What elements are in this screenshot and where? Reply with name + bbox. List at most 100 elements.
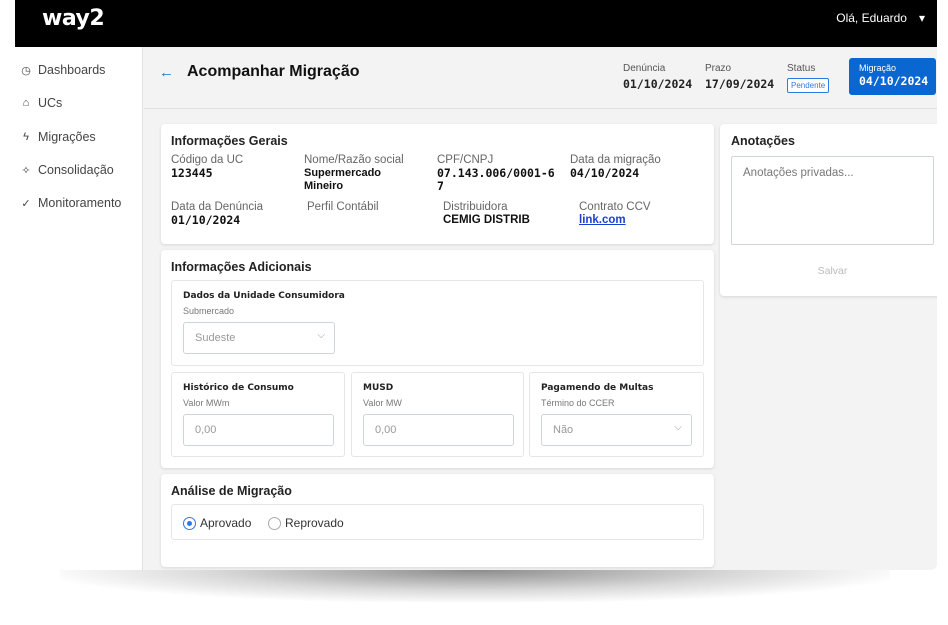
musd-input[interactable]: 0,00 bbox=[363, 414, 514, 446]
sidebar-item-migracoes[interactable]: ϟ Migrações bbox=[20, 127, 96, 147]
data-migracao-field: Data da migração 04/10/2024 bbox=[570, 154, 661, 180]
migracao-value: 04/10/2024 bbox=[859, 74, 929, 88]
field-value: 123445 bbox=[171, 166, 213, 180]
sidebar-item-dashboards[interactable]: ◷ Dashboards bbox=[20, 60, 105, 80]
field-value: CEMIG DISTRIB bbox=[443, 214, 530, 226]
page-title: Acompanhar Migração bbox=[187, 63, 360, 80]
nome-razao-field: Nome/Razão social Supermercado Mineiro bbox=[304, 154, 429, 193]
data-denuncia-field: Data da Denúncia 01/10/2024 bbox=[171, 201, 263, 227]
dados-unidade-section: Dados da Unidade Consumidora Submercado … bbox=[171, 280, 704, 366]
contrato-ccv-field: Contrato CCV link.com bbox=[579, 201, 651, 227]
pagamento-multas-section: Pagamendo de Multas Término do CCER Não … bbox=[529, 372, 704, 457]
field-label: Valor MWm bbox=[183, 398, 230, 408]
input-placeholder: 0,00 bbox=[375, 424, 397, 436]
distribuidora-field: Distribuidora CEMIG DISTRIB bbox=[443, 201, 530, 227]
section-title: Pagamendo de Multas bbox=[541, 383, 654, 393]
radio-label: Reprovado bbox=[285, 516, 344, 530]
sidebar-item-label: Dashboards bbox=[38, 63, 106, 77]
field-label: Distribuidora bbox=[443, 201, 508, 213]
window-shadow bbox=[60, 570, 890, 602]
status-badge: Pendente bbox=[787, 78, 830, 93]
brand-logo[interactable]: way2 bbox=[42, 6, 105, 31]
select-value: Não bbox=[553, 424, 574, 436]
sidebar-item-label: Migrações bbox=[38, 130, 96, 144]
section-title: Dados da Unidade Consumidora bbox=[183, 291, 345, 301]
contrato-link[interactable]: link.com bbox=[579, 214, 651, 227]
bolt-icon: ϟ bbox=[23, 131, 29, 143]
home-icon: ⌂ bbox=[22, 97, 30, 109]
textarea-placeholder: Anotações privadas... bbox=[743, 167, 854, 179]
save-button[interactable]: Salvar bbox=[720, 265, 937, 277]
field-label: Perfil Contábil bbox=[307, 201, 379, 213]
informacoes-gerais-card: Informações Gerais Código da UC 123445 N… bbox=[161, 124, 714, 244]
user-greeting: Olá, Eduardo bbox=[836, 11, 907, 25]
top-bar: way2 Olá, Eduardo ▾ bbox=[15, 0, 937, 47]
field-label: CPF/CNPJ bbox=[437, 154, 494, 166]
historico-consumo-section: Histórico de Consumo Valor MWm 0,00 bbox=[171, 372, 345, 457]
anotacoes-textarea[interactable]: Anotações privadas... bbox=[731, 156, 934, 245]
sidebar-item-label: UCs bbox=[38, 96, 63, 110]
radio-unselected-icon bbox=[268, 516, 281, 530]
dashboard-icon: ◷ bbox=[21, 64, 31, 77]
prazo-label: Prazo bbox=[705, 63, 732, 74]
radio-reprovado[interactable]: Reprovado bbox=[268, 516, 344, 530]
field-value: 07.143.006/0001-67 bbox=[437, 166, 555, 193]
termino-ccer-select[interactable]: Não ⌵ bbox=[541, 414, 692, 446]
field-value: 04/10/2024 bbox=[570, 166, 640, 180]
denuncia-value: 01/10/2024 bbox=[623, 77, 693, 91]
field-value: 01/10/2024 bbox=[171, 213, 241, 227]
page-header: ← Acompanhar Migração Denúncia 01/10/202… bbox=[144, 47, 937, 109]
field-label: Submercado bbox=[183, 306, 235, 316]
cpf-cnpj-field: CPF/CNPJ 07.143.006/0001-67 bbox=[437, 154, 562, 193]
card-title: Anotações bbox=[731, 134, 795, 148]
denuncia-meta: Denúncia 01/10/2024 bbox=[623, 63, 692, 91]
field-label: Término do CCER bbox=[541, 398, 615, 408]
sidebar-item-label: Monitoramento bbox=[38, 196, 122, 210]
sparkle-icon: ✧ bbox=[21, 164, 31, 177]
section-title: MUSD bbox=[363, 383, 394, 393]
informacoes-adicionais-card: Informações Adicionais Dados da Unidade … bbox=[161, 250, 714, 468]
field-label: Data da Denúncia bbox=[171, 201, 264, 213]
field-label: Contrato CCV bbox=[579, 201, 651, 213]
perfil-contabil-field: Perfil Contábil bbox=[307, 201, 379, 213]
sidebar-item-ucs[interactable]: ⌂ UCs bbox=[20, 93, 63, 113]
sidebar-item-monitoramento[interactable]: ✓ Monitoramento bbox=[20, 193, 121, 213]
analise-migracao-card: Análise de Migração Aprovado Reprovado bbox=[161, 474, 714, 567]
status-meta: Status Pendente bbox=[787, 63, 830, 93]
check-circle-icon: ✓ bbox=[21, 197, 31, 210]
radio-aprovado[interactable]: Aprovado bbox=[183, 516, 251, 530]
radio-label: Aprovado bbox=[200, 516, 252, 530]
analise-options: Aprovado Reprovado bbox=[171, 504, 704, 540]
chevron-down-icon: ⌵ bbox=[317, 330, 325, 341]
migracao-box: Migração 04/10/2024 bbox=[849, 58, 936, 95]
sidebar-item-label: Consolidação bbox=[38, 163, 114, 177]
radio-selected-icon bbox=[183, 516, 196, 530]
codigo-uc-field: Código da UC 123445 bbox=[171, 154, 243, 180]
card-title: Análise de Migração bbox=[171, 484, 292, 498]
field-label: Data da migração bbox=[570, 154, 661, 166]
back-arrow-icon[interactable]: ← bbox=[159, 64, 174, 81]
prazo-value: 17/09/2024 bbox=[705, 77, 775, 91]
anotacoes-card: Anotações Anotações privadas... Salvar bbox=[720, 124, 937, 296]
section-title: Histórico de Consumo bbox=[183, 383, 294, 393]
submercado-select[interactable]: Sudeste ⌵ bbox=[183, 322, 335, 354]
input-placeholder: 0,00 bbox=[195, 424, 217, 436]
chevron-down-icon: ⌵ bbox=[674, 422, 682, 433]
select-value: Sudeste bbox=[195, 332, 236, 344]
prazo-meta: Prazo 17/09/2024 bbox=[705, 63, 774, 91]
field-value: Supermercado Mineiro bbox=[304, 167, 382, 192]
user-menu[interactable]: Olá, Eduardo ▾ bbox=[836, 11, 925, 25]
card-title: Informações Gerais bbox=[171, 134, 288, 148]
field-label: Valor MW bbox=[363, 398, 402, 408]
sidebar: ◷ Dashboards ⌂ UCs ϟ Migrações ✧ Consoli… bbox=[15, 47, 143, 570]
migracao-label: Migração bbox=[859, 63, 897, 73]
denuncia-label: Denúncia bbox=[623, 63, 666, 74]
chevron-down-icon: ▾ bbox=[918, 11, 925, 25]
app-window: way2 Olá, Eduardo ▾ ◷ Dashboards ⌂ UCs ϟ… bbox=[15, 0, 937, 570]
field-label: Nome/Razão social bbox=[304, 154, 404, 166]
historico-consumo-input[interactable]: 0,00 bbox=[183, 414, 334, 446]
sidebar-item-consolidacao[interactable]: ✧ Consolidação bbox=[20, 160, 114, 180]
card-title: Informações Adicionais bbox=[171, 260, 312, 274]
musd-section: MUSD Valor MW 0,00 bbox=[351, 372, 524, 457]
field-label: Código da UC bbox=[171, 154, 244, 166]
